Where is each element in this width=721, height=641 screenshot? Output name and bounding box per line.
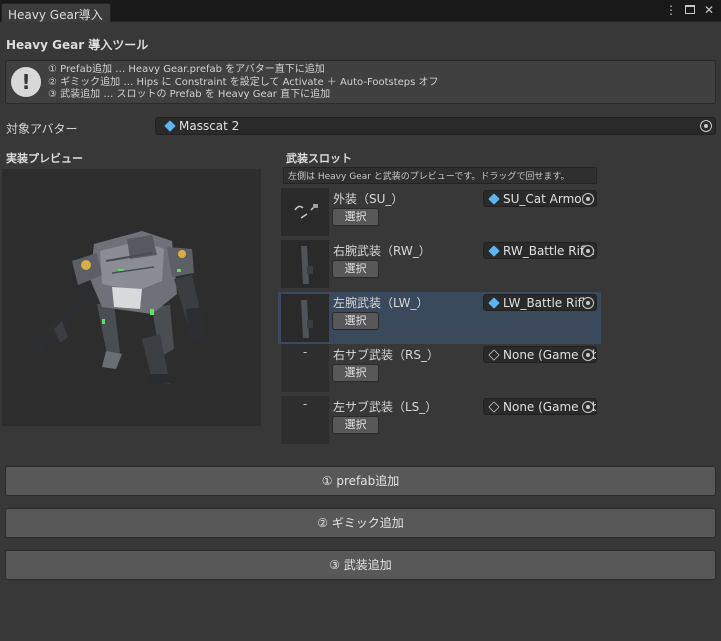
object-picker-icon[interactable] bbox=[582, 349, 594, 361]
slot-label: 外装（SU_） bbox=[333, 192, 404, 206]
slot-row-rs: - 右サブ武装（RS_） 選択 None (Game Object) bbox=[278, 344, 601, 396]
game-object-icon bbox=[488, 297, 500, 309]
slot-label: 右腕武装（RW_） bbox=[333, 244, 431, 258]
slots-note: 左側は Heavy Gear と武装のプレビューです。ドラッグで回せます。 bbox=[283, 167, 597, 184]
help-line-2: ② ギミック追加 … Hips に Constraint を設定して Activ… bbox=[48, 76, 439, 88]
avatar-field[interactable]: Masscat 2 bbox=[155, 117, 716, 135]
slot-row-lw: 左腕武装（LW_） 選択 LW_Battle Rifle bbox=[278, 292, 601, 344]
info-icon: ! bbox=[11, 67, 41, 97]
select-button[interactable]: 選択 bbox=[332, 208, 379, 226]
slot-thumbnail bbox=[281, 188, 329, 236]
rifle-thumbnail bbox=[301, 300, 313, 338]
add-gimmick-button[interactable]: ② ギミック追加 bbox=[5, 508, 716, 538]
slot-label: 右サブ武装（RS_） bbox=[333, 348, 439, 362]
window-tab[interactable]: Heavy Gear導入 bbox=[1, 3, 111, 22]
armor-preview[interactable] bbox=[2, 169, 261, 426]
game-object-icon bbox=[488, 245, 500, 257]
maximize-icon[interactable] bbox=[685, 5, 695, 14]
add-prefab-button[interactable]: ① prefab追加 bbox=[5, 466, 716, 496]
slot-object-field[interactable]: RW_Battle Rifle bbox=[483, 242, 597, 259]
help-line-1: ① Prefab追加 … Heavy Gear.prefab をアバター直下に追… bbox=[48, 64, 325, 75]
select-button[interactable]: 選択 bbox=[332, 312, 379, 330]
object-picker-icon[interactable] bbox=[582, 245, 594, 257]
slot-object-field[interactable]: None (Game Object) bbox=[483, 346, 597, 363]
help-text: ① Prefab追加 … Heavy Gear.prefab をアバター直下に追… bbox=[48, 64, 439, 102]
slot-value: SU_Cat Armor bbox=[503, 192, 587, 206]
window-tab-bar: Heavy Gear導入 ⋮ ✕ bbox=[0, 0, 721, 22]
slot-value: LW_Battle Rifle bbox=[503, 296, 593, 310]
object-picker-icon[interactable] bbox=[582, 193, 594, 205]
slot-row-su: 外装（SU_） 選択 SU_Cat Armor bbox=[278, 188, 601, 240]
game-object-icon bbox=[164, 120, 176, 132]
slot-thumbnail: - bbox=[281, 344, 329, 392]
slot-label: 左サブ武装（LS_） bbox=[333, 400, 438, 414]
slot-label: 左腕武装（LW_） bbox=[333, 296, 429, 310]
slot-object-field[interactable]: None (Game Object) bbox=[483, 398, 597, 415]
object-picker-icon[interactable] bbox=[700, 120, 712, 132]
preview-heading: 実装プレビュー bbox=[6, 152, 83, 165]
rifle-thumbnail bbox=[301, 246, 313, 284]
help-box: ! ① Prefab追加 … Heavy Gear.prefab をアバター直下… bbox=[5, 60, 716, 104]
game-object-icon bbox=[488, 193, 500, 205]
object-picker-icon[interactable] bbox=[582, 297, 594, 309]
slot-thumbnail: - bbox=[281, 396, 329, 444]
select-button[interactable]: 選択 bbox=[332, 416, 379, 434]
add-weapon-button[interactable]: ③ 武装追加 bbox=[5, 550, 716, 580]
kebab-menu-icon[interactable]: ⋮ bbox=[665, 3, 677, 17]
slot-object-field[interactable]: SU_Cat Armor bbox=[483, 190, 597, 207]
avatar-value: Masscat 2 bbox=[160, 119, 239, 133]
window-buttons: ⋮ ✕ bbox=[665, 3, 715, 17]
slots-heading: 武装スロット bbox=[286, 152, 352, 165]
slot-row-ls: - 左サブ武装（LS_） 選択 None (Game Object) bbox=[278, 396, 601, 448]
select-button[interactable]: 選択 bbox=[332, 364, 379, 382]
help-line-3: ③ 武装追加 … スロットの Prefab を Heavy Gear 直下に追加 bbox=[48, 89, 331, 100]
object-picker-icon[interactable] bbox=[582, 401, 594, 413]
game-object-icon bbox=[488, 401, 500, 413]
game-object-icon bbox=[488, 349, 500, 361]
armor-part-thumbnail bbox=[294, 204, 318, 219]
window-tab-title: Heavy Gear導入 bbox=[8, 8, 103, 22]
close-icon[interactable]: ✕ bbox=[703, 3, 715, 17]
robot-preview-image bbox=[32, 231, 204, 384]
select-button[interactable]: 選択 bbox=[332, 260, 379, 278]
slot-row-rw: 右腕武装（RW_） 選択 RW_Battle Rifle bbox=[278, 240, 601, 292]
slot-thumbnail bbox=[281, 240, 329, 288]
slot-thumbnail bbox=[281, 294, 329, 342]
tool-panel: Heavy Gear 導入ツール ! ① Prefab追加 … Heavy Ge… bbox=[0, 22, 721, 641]
avatar-label: 対象アバター bbox=[6, 122, 78, 136]
tool-title: Heavy Gear 導入ツール bbox=[6, 38, 149, 52]
slot-object-field[interactable]: LW_Battle Rifle bbox=[483, 294, 597, 311]
